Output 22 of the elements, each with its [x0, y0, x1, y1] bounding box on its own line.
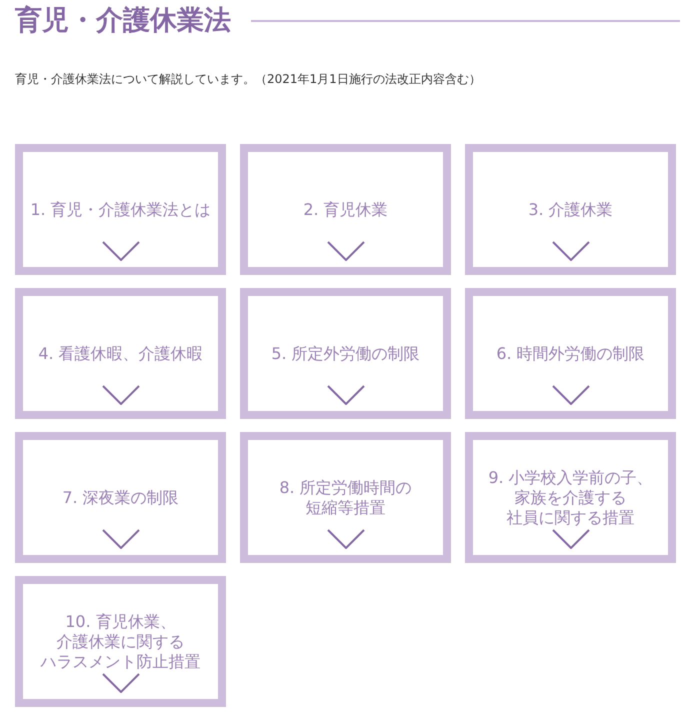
topic-link-card[interactable]: 6. 時間外労働の制限: [465, 288, 676, 419]
chevron-down-icon: [102, 529, 140, 549]
chevron-down-icon: [326, 241, 364, 261]
chevron-down-icon: [326, 529, 364, 549]
topic-link-card[interactable]: 1. 育児・介護休業法とは: [15, 144, 226, 275]
topic-link-card[interactable]: 8. 所定労働時間の 短縮等措置: [240, 432, 451, 563]
chevron-down-icon: [102, 385, 140, 405]
page-description: 育児・介護休業法について解説しています。（2021年1月1日施行の法改正内容含む）: [15, 71, 482, 88]
topic-link-card[interactable]: 5. 所定外労働の制限: [240, 288, 451, 419]
chevron-down-icon: [552, 385, 590, 405]
topic-link-card[interactable]: 2. 育児休業: [240, 144, 451, 275]
topic-link-card[interactable]: 3. 介護休業: [465, 144, 676, 275]
page-title: 育児・介護休業法: [15, 5, 231, 37]
topic-link-card[interactable]: 4. 看護休暇、介護休暇: [15, 288, 226, 419]
chevron-down-icon: [102, 241, 140, 261]
topic-link-card[interactable]: 10. 育児休業、 介護休業に関する ハラスメント防止措置: [15, 576, 226, 707]
chevron-down-icon: [326, 385, 364, 405]
topic-link-card[interactable]: 9. 小学校入学前の子、 家族を介護する 社員に関する措置: [465, 432, 676, 563]
chevron-down-icon: [102, 673, 140, 693]
chevron-down-icon: [552, 529, 590, 549]
chevron-down-icon: [552, 241, 590, 261]
topic-link-card[interactable]: 7. 深夜業の制限: [15, 432, 226, 563]
